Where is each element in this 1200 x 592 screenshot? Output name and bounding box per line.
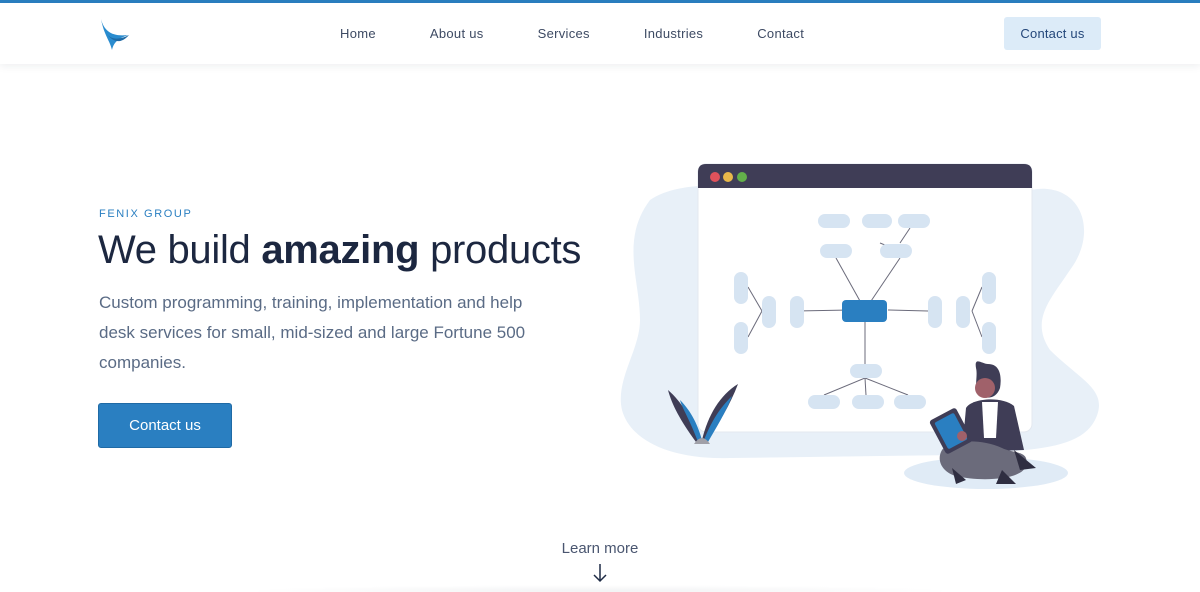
navbar: Home About us Services Industries Contac… [0, 3, 1200, 64]
section-divider-shadow [240, 585, 960, 592]
hero-subtext: Custom programming, training, implementa… [99, 293, 526, 372]
nav-link-services[interactable]: Services [538, 26, 590, 41]
bird-icon [101, 19, 129, 50]
nav-contact-button[interactable]: Contact us [1004, 17, 1101, 50]
hero-eyebrow: FENIX GROUP [99, 208, 193, 220]
mind-map-illustration [620, 163, 1099, 489]
hero-headline: We build amazing products [98, 228, 581, 273]
headline-emphasis: amazing [261, 228, 420, 272]
headline-suffix: products [419, 228, 582, 272]
logo[interactable] [98, 17, 132, 53]
hero-contact-button[interactable]: Contact us [98, 403, 232, 448]
nav-link-contact[interactable]: Contact [757, 26, 804, 41]
nav-link-home[interactable]: Home [340, 26, 376, 41]
nav-link-about-us[interactable]: About us [430, 26, 484, 41]
arrow-down-icon[interactable] [591, 562, 609, 584]
main-nav: Home About us Services Industries Contac… [340, 3, 858, 64]
headline-prefix: We build [98, 228, 262, 272]
nav-link-industries[interactable]: Industries [644, 26, 703, 41]
learn-more-link[interactable]: Learn more [0, 540, 1200, 557]
